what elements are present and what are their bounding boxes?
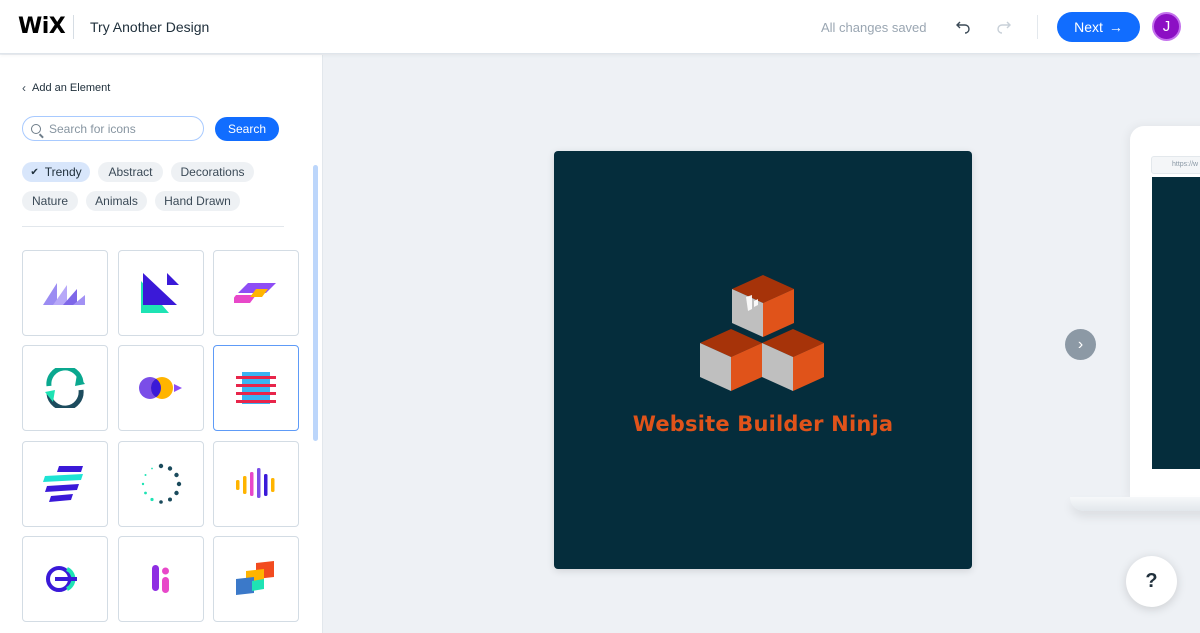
icon-tile[interactable] (118, 536, 204, 622)
next-button[interactable]: Next → (1057, 12, 1140, 42)
equalizer-bars-icon (236, 468, 275, 498)
filter-label: Animals (95, 194, 138, 208)
icon-tile[interactable] (213, 250, 299, 336)
header-divider-2 (1037, 15, 1038, 39)
panel-divider (22, 226, 284, 227)
icon-tile[interactable] (22, 536, 108, 622)
fish-circles-icon (139, 377, 182, 399)
filter-chip-hand-drawn[interactable]: Hand Drawn (155, 191, 240, 211)
undo-icon[interactable] (953, 16, 973, 36)
diagonal-bars-icon (43, 466, 83, 502)
icon-tile[interactable] (118, 441, 204, 527)
search-box[interactable] (22, 116, 204, 141)
icon-tile[interactable] (213, 345, 299, 431)
icon-tile[interactable] (118, 345, 204, 431)
next-label: Next (1074, 19, 1103, 35)
search-button[interactable]: Search (215, 117, 279, 141)
logo-preview-card: Website Builder Ninja (554, 151, 972, 569)
filter-chip-decorations[interactable]: Decorations (171, 162, 254, 182)
icon-tile[interactable] (22, 441, 108, 527)
laptop-base (1070, 497, 1200, 511)
wix-logo[interactable]: WiX (18, 14, 66, 39)
panel-scrollbar[interactable] (313, 165, 318, 441)
filter-chip-animals[interactable]: Animals (86, 191, 147, 211)
chevron-right-icon[interactable]: › (1065, 329, 1096, 360)
brand-name[interactable]: Website Builder Ninja (554, 412, 972, 436)
search-input[interactable] (49, 121, 189, 136)
redo-icon (994, 16, 1014, 36)
back-label: Add an Element (32, 82, 111, 94)
geometric-triangles-icon (141, 273, 179, 313)
overlapping-squares-icon (236, 561, 274, 595)
preview-url: https://w (1151, 156, 1200, 174)
filter-label: Nature (31, 194, 69, 208)
laptop-preview: https://w (1130, 126, 1200, 498)
filter-label: Decorations (180, 165, 245, 179)
filter-chip-abstract[interactable]: Abstract (98, 162, 163, 182)
help-button[interactable]: ? (1126, 556, 1177, 607)
back-link[interactable]: ‹ Add an Element (22, 81, 110, 95)
circular-arrows-icon (45, 368, 85, 408)
letter-i-icon (152, 565, 169, 593)
filter-label: Trendy (44, 165, 82, 179)
icon-tile[interactable] (22, 345, 108, 431)
check-icon: ✔ (30, 166, 39, 178)
icon-tile[interactable] (213, 536, 299, 622)
arrow-right-icon: → (1108, 19, 1123, 35)
icon-tile[interactable] (22, 250, 108, 336)
dotted-circle-icon (141, 463, 182, 504)
parallelogram-stack-icon (234, 283, 276, 303)
filter-chip-trendy[interactable]: ✔ Trendy (22, 162, 90, 182)
icon-tile[interactable] (213, 441, 299, 527)
layered-peaks-icon (43, 283, 85, 305)
laptop-screen (1152, 177, 1200, 469)
ring-arrow-icon (46, 566, 77, 592)
top-bar: WiX Try Another Design All changes saved… (0, 0, 1200, 54)
avatar[interactable]: J (1152, 12, 1181, 41)
filter-label: Hand Drawn (164, 194, 231, 208)
cube-stack-logo (700, 275, 824, 391)
striped-square-icon (236, 372, 276, 404)
icon-tile[interactable] (118, 250, 204, 336)
page-title: Try Another Design (90, 19, 210, 35)
chevron-left-icon: ‹ (22, 81, 26, 95)
search-icon (31, 123, 41, 134)
save-status: All changes saved (821, 20, 927, 35)
filter-label: Abstract (108, 165, 153, 179)
filter-chip-nature[interactable]: Nature (22, 191, 78, 211)
header-divider (73, 15, 74, 39)
elements-panel: ‹ Add an Element Search ✔ Trendy Abstrac… (0, 55, 323, 633)
